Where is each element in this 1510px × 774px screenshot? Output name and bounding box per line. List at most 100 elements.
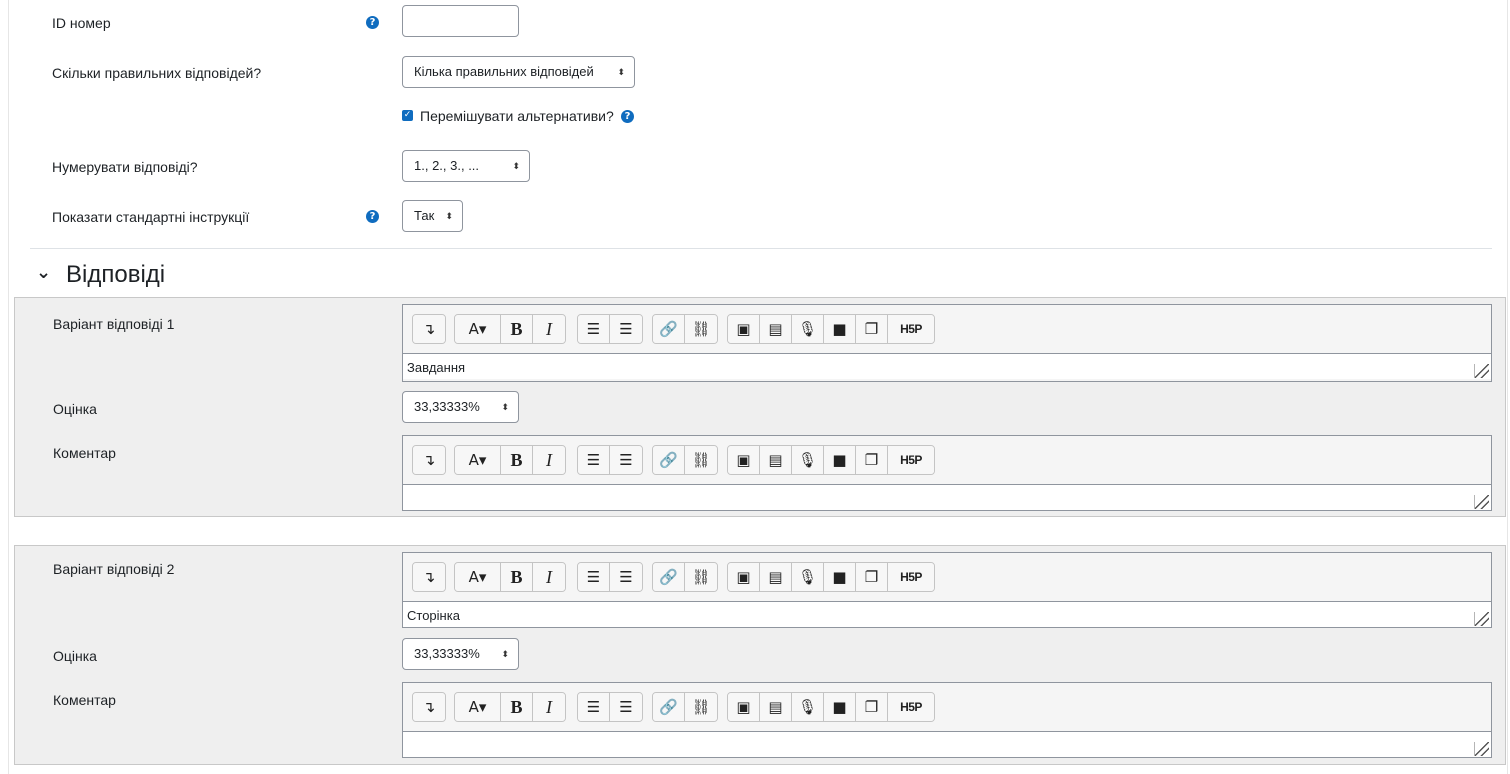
record-audio-icon[interactable]: 🎙 xyxy=(792,563,824,591)
h5p-glyph: H5P xyxy=(900,453,922,467)
italic-icon[interactable]: I xyxy=(533,446,565,474)
caret-icon: ⬍ xyxy=(617,67,625,77)
bold-icon[interactable]: B xyxy=(501,315,533,343)
bold-icon[interactable]: B xyxy=(501,693,533,721)
editor-toolbar: ↴ A▾ B I ☰ ☰ 🔗 ⛓ ▣ ▤ 🎙 ■ ❐ H5P xyxy=(403,683,1491,731)
record-video-icon[interactable]: ■ xyxy=(824,563,856,591)
editor-toolbar: ↴ A▾ B I ☰ ☰ 🔗 ⛓ ▣ ▤ 🎙 ■ ❐ H5P xyxy=(403,305,1491,353)
toolbar-group: ▣ ▤ 🎙 ■ ❐ H5P xyxy=(727,314,935,344)
link-icon[interactable]: 🔗 xyxy=(653,315,685,343)
feedback-text-area[interactable] xyxy=(403,731,1491,757)
toolbar-group: 🔗 ⛓ xyxy=(652,314,718,344)
collapse-icon[interactable]: ↴ xyxy=(413,563,445,591)
page-left-border xyxy=(8,0,9,774)
collapse-icon[interactable]: ↴ xyxy=(413,446,445,474)
numbering-select[interactable]: 1., 2., 3., ... ⬍ xyxy=(402,150,530,182)
image-icon[interactable]: ▣ xyxy=(728,446,760,474)
image-icon[interactable]: ▣ xyxy=(728,315,760,343)
shuffle-label[interactable]: Перемішувати альтернативи? xyxy=(420,108,614,124)
help-icon[interactable]: ? xyxy=(366,210,379,223)
h5p-icon[interactable]: H5P xyxy=(888,446,934,474)
editor-toolbar: ↴ A▾ B I ☰ ☰ 🔗 ⛓ ▣ ▤ 🎙 ■ ❐ H5P xyxy=(403,553,1491,601)
answer-text-area[interactable]: Завдання xyxy=(403,353,1491,379)
feedback-text-area[interactable] xyxy=(403,484,1491,510)
manage-files-icon[interactable]: ❐ xyxy=(856,563,888,591)
toolbar-group: ↴ xyxy=(412,692,446,722)
resize-handle[interactable] xyxy=(1474,364,1489,378)
font-color-icon[interactable]: A▾ xyxy=(455,446,501,474)
record-audio-icon[interactable]: 🎙 xyxy=(792,693,824,721)
link-icon[interactable]: 🔗 xyxy=(653,446,685,474)
toolbar-group: ▣ ▤ 🎙 ■ ❐ H5P xyxy=(727,562,935,592)
feedback-editor: ↴ A▾ B I ☰ ☰ 🔗 ⛓ ▣ ▤ 🎙 ■ ❐ H5P xyxy=(402,682,1492,758)
single-label: Скільки правильних відповідей? xyxy=(52,65,262,81)
media-icon[interactable]: ▤ xyxy=(760,563,792,591)
toolbar-group: ↴ xyxy=(412,314,446,344)
collapse-icon[interactable]: ↴ xyxy=(413,693,445,721)
manage-files-icon[interactable]: ❐ xyxy=(856,446,888,474)
unordered-list-icon[interactable]: ☰ xyxy=(578,446,610,474)
grade-select[interactable]: 33,33333% ⬍ xyxy=(402,391,519,423)
media-icon[interactable]: ▤ xyxy=(760,315,792,343)
toolbar-group: ↴ xyxy=(412,445,446,475)
font-color-icon[interactable]: A▾ xyxy=(455,563,501,591)
h5p-icon[interactable]: H5P xyxy=(888,693,934,721)
unlink-icon[interactable]: ⛓ xyxy=(685,315,717,343)
unlink-icon[interactable]: ⛓ xyxy=(685,693,717,721)
media-icon[interactable]: ▤ xyxy=(760,446,792,474)
h5p-glyph: H5P xyxy=(900,322,922,336)
record-video-icon[interactable]: ■ xyxy=(824,446,856,474)
collapse-icon[interactable]: ↴ xyxy=(413,315,445,343)
image-icon[interactable]: ▣ xyxy=(728,693,760,721)
bold-icon[interactable]: B xyxy=(501,446,533,474)
link-icon[interactable]: 🔗 xyxy=(653,563,685,591)
unordered-list-icon[interactable]: ☰ xyxy=(578,693,610,721)
italic-icon[interactable]: I xyxy=(533,563,565,591)
unlink-icon[interactable]: ⛓ xyxy=(685,563,717,591)
answer-label: Варіант відповіді 1 xyxy=(53,316,175,332)
record-audio-icon[interactable]: 🎙 xyxy=(792,315,824,343)
manage-files-icon[interactable]: ❐ xyxy=(856,315,888,343)
h5p-icon[interactable]: H5P xyxy=(888,563,934,591)
bold-icon[interactable]: B xyxy=(501,563,533,591)
unlink-icon[interactable]: ⛓ xyxy=(685,446,717,474)
single-select[interactable]: Кілька правильних відповідей ⬍ xyxy=(402,56,635,88)
unordered-list-icon[interactable]: ☰ xyxy=(578,315,610,343)
ordered-list-icon[interactable]: ☰ xyxy=(610,563,642,591)
bold-glyph: B xyxy=(510,449,523,470)
instructions-select[interactable]: Так ⬍ xyxy=(402,200,463,232)
shuffle-checkbox[interactable]: ✓ xyxy=(402,110,413,121)
media-icon[interactable]: ▤ xyxy=(760,693,792,721)
section-title[interactable]: Відповіді xyxy=(66,261,165,289)
grade-select[interactable]: 33,33333% ⬍ xyxy=(402,638,519,670)
font-color-icon[interactable]: A▾ xyxy=(455,693,501,721)
image-icon[interactable]: ▣ xyxy=(728,563,760,591)
record-video-icon[interactable]: ■ xyxy=(824,315,856,343)
help-icon[interactable]: ? xyxy=(621,110,634,123)
ordered-list-icon[interactable]: ☰ xyxy=(610,315,642,343)
link-icon[interactable]: 🔗 xyxy=(653,693,685,721)
resize-handle[interactable] xyxy=(1474,495,1489,509)
toolbar-group: ☰ ☰ xyxy=(577,692,643,722)
manage-files-icon[interactable]: ❐ xyxy=(856,693,888,721)
italic-glyph: I xyxy=(546,449,552,470)
ordered-list-icon[interactable]: ☰ xyxy=(610,446,642,474)
caret-icon: ⬍ xyxy=(501,402,509,412)
resize-handle[interactable] xyxy=(1474,612,1489,626)
unordered-list-icon[interactable]: ☰ xyxy=(578,563,610,591)
idnumber-input[interactable] xyxy=(402,5,519,37)
italic-icon[interactable]: I xyxy=(533,693,565,721)
record-audio-icon[interactable]: 🎙 xyxy=(792,446,824,474)
italic-icon[interactable]: I xyxy=(533,315,565,343)
font-color-icon[interactable]: A▾ xyxy=(455,315,501,343)
h5p-glyph: H5P xyxy=(900,700,922,714)
help-icon[interactable]: ? xyxy=(366,16,379,29)
resize-handle[interactable] xyxy=(1474,742,1489,756)
answer-label: Варіант відповіді 2 xyxy=(53,561,175,577)
record-video-icon[interactable]: ■ xyxy=(824,693,856,721)
chevron-down-icon[interactable]: ⌄ xyxy=(36,262,51,283)
h5p-icon[interactable]: H5P xyxy=(888,315,934,343)
toolbar-group: ▣ ▤ 🎙 ■ ❐ H5P xyxy=(727,445,935,475)
ordered-list-icon[interactable]: ☰ xyxy=(610,693,642,721)
answer-text-area[interactable]: Сторінка xyxy=(403,601,1491,627)
